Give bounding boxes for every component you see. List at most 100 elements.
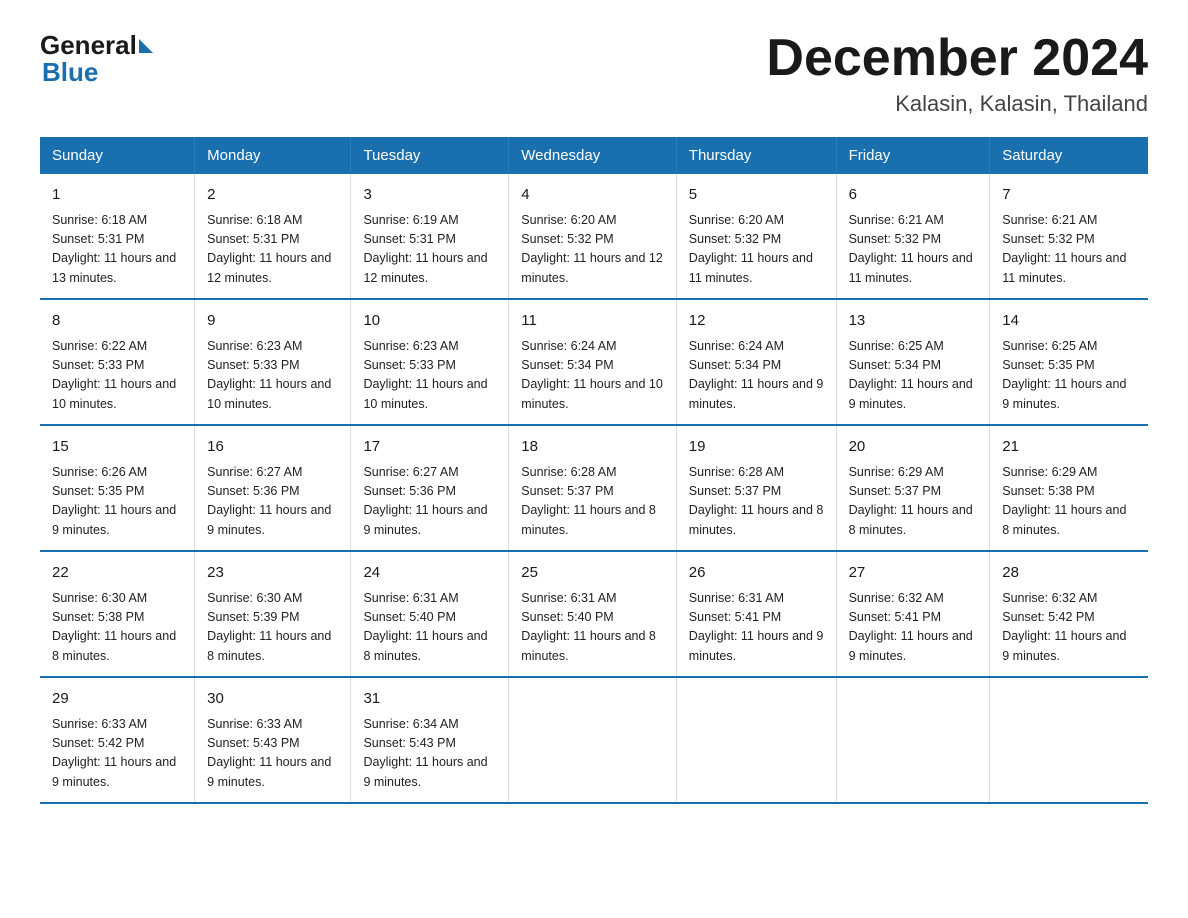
week-row-1: 1 Sunrise: 6:18 AMSunset: 5:31 PMDayligh… — [40, 174, 1148, 299]
day-number: 29 — [52, 688, 182, 711]
calendar-cell: 9 Sunrise: 6:23 AMSunset: 5:33 PMDayligh… — [195, 299, 351, 425]
calendar-cell: 24 Sunrise: 6:31 AMSunset: 5:40 PMDaylig… — [351, 551, 509, 677]
day-info: Sunrise: 6:34 AMSunset: 5:43 PMDaylight:… — [363, 715, 496, 793]
day-info: Sunrise: 6:24 AMSunset: 5:34 PMDaylight:… — [689, 337, 824, 415]
calendar-cell: 6 Sunrise: 6:21 AMSunset: 5:32 PMDayligh… — [836, 174, 990, 299]
day-info: Sunrise: 6:31 AMSunset: 5:40 PMDaylight:… — [521, 589, 664, 667]
calendar-cell: 14 Sunrise: 6:25 AMSunset: 5:35 PMDaylig… — [990, 299, 1148, 425]
day-number: 18 — [521, 436, 664, 459]
day-info: Sunrise: 6:33 AMSunset: 5:43 PMDaylight:… — [207, 715, 338, 793]
day-number: 4 — [521, 184, 664, 207]
calendar-table: SundayMondayTuesdayWednesdayThursdayFrid… — [40, 137, 1148, 804]
logo: General Blue — [40, 30, 153, 88]
day-info: Sunrise: 6:23 AMSunset: 5:33 PMDaylight:… — [207, 337, 338, 415]
calendar-cell: 17 Sunrise: 6:27 AMSunset: 5:36 PMDaylig… — [351, 425, 509, 551]
day-number: 27 — [849, 562, 978, 585]
day-info: Sunrise: 6:27 AMSunset: 5:36 PMDaylight:… — [363, 463, 496, 541]
day-info: Sunrise: 6:25 AMSunset: 5:34 PMDaylight:… — [849, 337, 978, 415]
header-saturday: Saturday — [990, 137, 1148, 174]
header-friday: Friday — [836, 137, 990, 174]
header-thursday: Thursday — [676, 137, 836, 174]
day-number: 6 — [849, 184, 978, 207]
day-info: Sunrise: 6:30 AMSunset: 5:38 PMDaylight:… — [52, 589, 182, 667]
calendar-cell: 4 Sunrise: 6:20 AMSunset: 5:32 PMDayligh… — [509, 174, 677, 299]
day-info: Sunrise: 6:18 AMSunset: 5:31 PMDaylight:… — [52, 211, 182, 289]
calendar-cell: 16 Sunrise: 6:27 AMSunset: 5:36 PMDaylig… — [195, 425, 351, 551]
month-title: December 2024 — [766, 30, 1148, 87]
day-info: Sunrise: 6:31 AMSunset: 5:40 PMDaylight:… — [363, 589, 496, 667]
calendar-cell: 19 Sunrise: 6:28 AMSunset: 5:37 PMDaylig… — [676, 425, 836, 551]
calendar-cell: 30 Sunrise: 6:33 AMSunset: 5:43 PMDaylig… — [195, 677, 351, 803]
calendar-header-row: SundayMondayTuesdayWednesdayThursdayFrid… — [40, 137, 1148, 174]
day-info: Sunrise: 6:23 AMSunset: 5:33 PMDaylight:… — [363, 337, 496, 415]
day-number: 16 — [207, 436, 338, 459]
day-number: 14 — [1002, 310, 1136, 333]
day-number: 31 — [363, 688, 496, 711]
day-number: 23 — [207, 562, 338, 585]
calendar-cell: 7 Sunrise: 6:21 AMSunset: 5:32 PMDayligh… — [990, 174, 1148, 299]
header-sunday: Sunday — [40, 137, 195, 174]
calendar-cell: 28 Sunrise: 6:32 AMSunset: 5:42 PMDaylig… — [990, 551, 1148, 677]
day-number: 9 — [207, 310, 338, 333]
day-info: Sunrise: 6:28 AMSunset: 5:37 PMDaylight:… — [689, 463, 824, 541]
calendar-cell: 3 Sunrise: 6:19 AMSunset: 5:31 PMDayligh… — [351, 174, 509, 299]
logo-arrow-icon — [139, 39, 153, 53]
calendar-cell: 21 Sunrise: 6:29 AMSunset: 5:38 PMDaylig… — [990, 425, 1148, 551]
day-number: 19 — [689, 436, 824, 459]
day-info: Sunrise: 6:18 AMSunset: 5:31 PMDaylight:… — [207, 211, 338, 289]
day-info: Sunrise: 6:29 AMSunset: 5:38 PMDaylight:… — [1002, 463, 1136, 541]
logo-blue-text: Blue — [42, 57, 98, 88]
day-number: 22 — [52, 562, 182, 585]
day-number: 15 — [52, 436, 182, 459]
day-number: 17 — [363, 436, 496, 459]
week-row-2: 8 Sunrise: 6:22 AMSunset: 5:33 PMDayligh… — [40, 299, 1148, 425]
location-title: Kalasin, Kalasin, Thailand — [766, 91, 1148, 117]
day-info: Sunrise: 6:29 AMSunset: 5:37 PMDaylight:… — [849, 463, 978, 541]
calendar-cell: 2 Sunrise: 6:18 AMSunset: 5:31 PMDayligh… — [195, 174, 351, 299]
header-tuesday: Tuesday — [351, 137, 509, 174]
calendar-cell: 15 Sunrise: 6:26 AMSunset: 5:35 PMDaylig… — [40, 425, 195, 551]
day-number: 13 — [849, 310, 978, 333]
day-number: 2 — [207, 184, 338, 207]
calendar-cell: 31 Sunrise: 6:34 AMSunset: 5:43 PMDaylig… — [351, 677, 509, 803]
day-number: 24 — [363, 562, 496, 585]
title-block: December 2024 Kalasin, Kalasin, Thailand — [766, 30, 1148, 117]
day-info: Sunrise: 6:19 AMSunset: 5:31 PMDaylight:… — [363, 211, 496, 289]
day-number: 26 — [689, 562, 824, 585]
day-number: 11 — [521, 310, 664, 333]
day-number: 12 — [689, 310, 824, 333]
day-info: Sunrise: 6:30 AMSunset: 5:39 PMDaylight:… — [207, 589, 338, 667]
calendar-cell: 5 Sunrise: 6:20 AMSunset: 5:32 PMDayligh… — [676, 174, 836, 299]
day-number: 28 — [1002, 562, 1136, 585]
week-row-5: 29 Sunrise: 6:33 AMSunset: 5:42 PMDaylig… — [40, 677, 1148, 803]
day-info: Sunrise: 6:28 AMSunset: 5:37 PMDaylight:… — [521, 463, 664, 541]
day-number: 25 — [521, 562, 664, 585]
calendar-cell: 23 Sunrise: 6:30 AMSunset: 5:39 PMDaylig… — [195, 551, 351, 677]
day-number: 10 — [363, 310, 496, 333]
day-number: 30 — [207, 688, 338, 711]
day-number: 8 — [52, 310, 182, 333]
day-info: Sunrise: 6:21 AMSunset: 5:32 PMDaylight:… — [849, 211, 978, 289]
day-info: Sunrise: 6:21 AMSunset: 5:32 PMDaylight:… — [1002, 211, 1136, 289]
calendar-cell: 1 Sunrise: 6:18 AMSunset: 5:31 PMDayligh… — [40, 174, 195, 299]
header-monday: Monday — [195, 137, 351, 174]
day-info: Sunrise: 6:22 AMSunset: 5:33 PMDaylight:… — [52, 337, 182, 415]
calendar-cell: 29 Sunrise: 6:33 AMSunset: 5:42 PMDaylig… — [40, 677, 195, 803]
calendar-cell: 22 Sunrise: 6:30 AMSunset: 5:38 PMDaylig… — [40, 551, 195, 677]
day-info: Sunrise: 6:20 AMSunset: 5:32 PMDaylight:… — [521, 211, 664, 289]
week-row-3: 15 Sunrise: 6:26 AMSunset: 5:35 PMDaylig… — [40, 425, 1148, 551]
calendar-cell: 27 Sunrise: 6:32 AMSunset: 5:41 PMDaylig… — [836, 551, 990, 677]
day-info: Sunrise: 6:32 AMSunset: 5:41 PMDaylight:… — [849, 589, 978, 667]
calendar-cell: 8 Sunrise: 6:22 AMSunset: 5:33 PMDayligh… — [40, 299, 195, 425]
day-info: Sunrise: 6:25 AMSunset: 5:35 PMDaylight:… — [1002, 337, 1136, 415]
calendar-cell: 11 Sunrise: 6:24 AMSunset: 5:34 PMDaylig… — [509, 299, 677, 425]
day-info: Sunrise: 6:33 AMSunset: 5:42 PMDaylight:… — [52, 715, 182, 793]
day-info: Sunrise: 6:32 AMSunset: 5:42 PMDaylight:… — [1002, 589, 1136, 667]
calendar-cell — [990, 677, 1148, 803]
day-info: Sunrise: 6:24 AMSunset: 5:34 PMDaylight:… — [521, 337, 664, 415]
day-number: 21 — [1002, 436, 1136, 459]
day-info: Sunrise: 6:26 AMSunset: 5:35 PMDaylight:… — [52, 463, 182, 541]
week-row-4: 22 Sunrise: 6:30 AMSunset: 5:38 PMDaylig… — [40, 551, 1148, 677]
header-wednesday: Wednesday — [509, 137, 677, 174]
calendar-cell: 25 Sunrise: 6:31 AMSunset: 5:40 PMDaylig… — [509, 551, 677, 677]
